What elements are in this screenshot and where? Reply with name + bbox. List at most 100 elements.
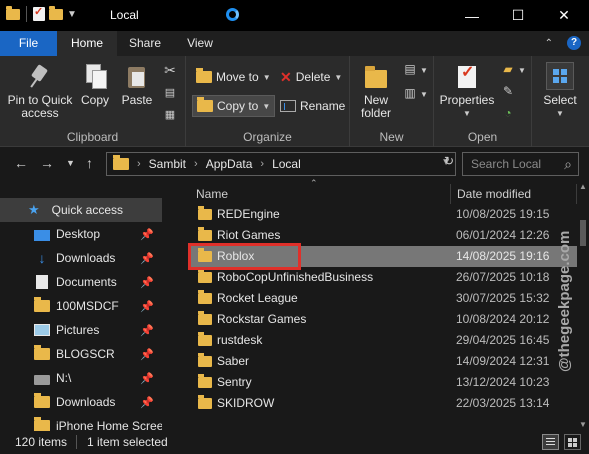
select-group: Select ▼ [532,56,589,147]
file-name: Rockstar Games [217,312,307,326]
file-date: 06/01/2024 12:26 [456,228,550,242]
breadcrumb-sambit[interactable]: Sambit [149,157,186,171]
chevron-down-icon: ▼ [463,109,471,118]
nav-item-desktop[interactable]: Desktop 📌 [0,222,162,246]
nav-item-100msdcf[interactable]: 100MSDCF 📌 [0,294,162,318]
folder-icon [198,269,212,283]
nav-item-documents[interactable]: Documents 📌 [0,270,162,294]
paste-shortcut-icon[interactable]: ▦ [162,108,178,121]
open-icon[interactable]: ▰ [500,62,516,76]
nav-item-iphone-home-screen[interactable]: iPhone Home Scree [0,414,162,431]
nav-item-blogscr[interactable]: BLOGSCR 📌 [0,342,162,366]
cut-icon[interactable]: ✂ [162,62,178,79]
pin-to-quick-access-button[interactable]: Pin to Quick access [4,64,76,120]
help-icon[interactable]: ? [567,36,581,50]
nav-item-label: Downloads [56,395,116,409]
customize-toolbar-chevron-icon[interactable]: ▼ [67,9,77,20]
collapse-ribbon-icon[interactable]: ⌃ [545,38,553,49]
chevron-down-icon: ▼ [262,72,271,82]
tab-file[interactable]: File [0,31,57,56]
properties-icon[interactable] [33,5,45,21]
maximize-button[interactable]: ☐ [495,0,541,31]
tab-view[interactable]: View [178,31,222,56]
pin-icon: 📌 [140,396,154,409]
history-icon[interactable]: ◔ [500,106,516,120]
nav-item-downloads-folder[interactable]: Downloads 📌 [0,390,162,414]
file-row[interactable]: Riot Games 06/01/2024 12:26 [188,225,577,246]
select-button[interactable]: Select ▼ [538,62,582,120]
folder-icon [198,227,212,241]
folder-icon [198,374,212,388]
nav-item-label: 100MSDCF [56,299,119,313]
search-input[interactable]: Search Local ⌕ [462,152,579,176]
large-icons-view-button[interactable] [564,434,581,450]
pin-icon: 📌 [140,228,154,241]
breadcrumb-local[interactable]: Local [272,157,301,171]
scroll-down-icon[interactable]: ▼ [579,420,587,429]
file-row[interactable]: Sentry 13/12/2024 10:23 [188,372,577,393]
column-divider[interactable] [450,184,451,204]
column-header-date-modified[interactable]: Date modified [457,184,531,204]
minimize-button[interactable]: — [449,0,495,31]
nav-item-label: Pictures [56,323,100,337]
clipboard-group: Pin to Quick access Copy Paste ✂ ▤ ▦ Cli… [0,56,186,147]
delete-button[interactable]: ✕ Delete ▼ [276,66,346,88]
nav-item-label: iPhone Home Scree [56,419,162,431]
file-row[interactable]: Saber 14/09/2024 12:31 [188,351,577,372]
copy-button[interactable]: Copy [78,64,112,107]
file-row[interactable]: rustdesk 29/04/2025 16:45 [188,330,577,351]
folder-icon [113,155,129,170]
rename-button[interactable]: Rename [276,95,349,117]
chevron-down-icon: ▼ [420,66,428,75]
select-all-icon [546,62,574,90]
folder-icon [198,395,212,409]
file-name: SKIDROW [217,396,275,410]
refresh-icon[interactable]: ↻ [444,154,454,168]
move-to-button[interactable]: Move to ▼ [192,66,275,88]
properties-icon [455,64,479,90]
nav-item-label: Desktop [56,227,101,241]
file-row[interactable]: SKIDROW 22/03/2025 13:14 [188,393,577,414]
folder-icon [34,417,50,431]
copy-to-button[interactable]: Copy to ▼ [192,95,276,117]
file-date: 10/08/2024 20:12 [456,312,550,326]
scrollbar-thumb[interactable] [580,220,586,246]
breadcrumb-appdata[interactable]: AppData [206,157,253,171]
paste-button[interactable]: Paste [118,64,156,107]
copy-path-icon[interactable]: ▤ [162,86,178,99]
properties-button[interactable]: Properties ▼ [438,64,496,120]
pin-icon [29,64,51,90]
details-view-button[interactable] [542,434,559,450]
file-row[interactable]: Rockstar Games 10/08/2024 20:12 [188,309,577,330]
file-name: Rocket League [217,291,298,305]
scroll-up-icon[interactable]: ▲ [579,182,587,191]
back-arrow-icon[interactable]: ← [14,155,28,171]
nav-item-quick-access[interactable]: ★ Quick access [0,198,162,222]
close-button[interactable]: ✕ [541,0,587,31]
new-group-label: New [379,130,404,144]
file-row[interactable]: Rocket League 30/07/2025 15:32 [188,288,577,309]
tab-share[interactable]: Share [120,31,170,56]
tab-home[interactable]: Home [57,31,117,56]
column-header-name[interactable]: Name [196,184,228,204]
edit-icon[interactable]: ✎ [500,84,516,98]
easy-access-icon[interactable]: ▥ [402,86,418,100]
file-date: 29/04/2025 16:45 [456,333,550,347]
open-group: Properties ▼ ▰ ▼ ✎ ◔ Open [434,56,532,147]
file-row[interactable]: REDEngine 10/08/2025 19:15 [188,204,577,225]
recent-locations-chevron-icon[interactable]: ▼ [66,158,75,168]
nav-item-network-drive[interactable]: N:\ 📌 [0,366,162,390]
file-row-selected[interactable]: Roblox 14/08/2025 19:16 [188,246,577,267]
address-bar[interactable]: › Sambit › AppData › Local ▼ [106,152,456,176]
new-item-icon[interactable]: ▤ [402,62,418,76]
navigation-pane-scrollbar[interactable] [167,180,178,431]
nav-item-pictures[interactable]: Pictures 📌 [0,318,162,342]
nav-item-downloads[interactable]: ↓ Downloads 📌 [0,246,162,270]
up-arrow-icon[interactable]: ↑ [86,155,93,171]
new-folder-button[interactable]: New folder [356,64,396,120]
forward-arrow-icon[interactable]: → [40,155,54,171]
pin-icon: 📌 [140,276,154,289]
new-folder-icon[interactable] [49,5,63,20]
file-list-scrollbar[interactable]: ▲ ▼ [577,180,589,431]
file-row[interactable]: RoboCopUnfinishedBusiness 26/07/2025 10:… [188,267,577,288]
